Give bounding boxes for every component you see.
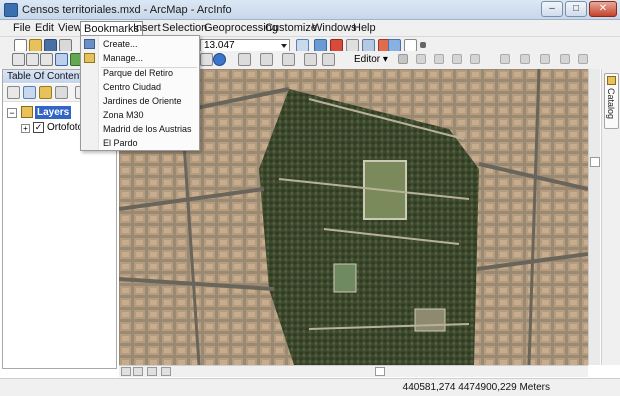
layer-visibility-checkbox[interactable]: ✓ (33, 122, 44, 133)
menu-customize[interactable]: Customize (265, 22, 317, 35)
sketch-tool-icon[interactable] (416, 54, 426, 64)
split-tool-icon[interactable] (500, 54, 510, 64)
catalog-icon (607, 76, 616, 85)
list-by-visibility-icon[interactable] (39, 86, 52, 99)
menu-selection[interactable]: Selection (162, 22, 207, 35)
menu-help[interactable]: Help (353, 22, 376, 35)
refresh-view-button[interactable] (147, 367, 157, 376)
close-button[interactable]: ✕ (589, 1, 617, 17)
bookmark-item-pardo[interactable]: El Pardo (81, 136, 199, 150)
time-slider-icon[interactable] (322, 53, 335, 66)
data-view-button[interactable] (121, 367, 131, 376)
title-bar: Censos territoriales.mxd - ArcMap - ArcI… (0, 0, 620, 20)
menu-insert[interactable]: Insert (133, 22, 161, 35)
map-scale-value: 13.047 (204, 40, 235, 51)
bookmark-item-austrias[interactable]: Madrid de los Austrias (81, 122, 199, 136)
find-icon[interactable] (238, 53, 251, 66)
bookmark-item-centro[interactable]: Centro Ciudad (81, 80, 199, 94)
collapse-layers-icon[interactable]: − (7, 108, 17, 118)
straight-segment-icon[interactable] (434, 54, 444, 64)
select-features-icon[interactable] (200, 53, 213, 66)
maximize-button[interactable]: □ (565, 1, 587, 17)
edit-tool-icon[interactable] (398, 54, 408, 64)
menu-file[interactable]: File (13, 22, 31, 35)
rotate-tool-icon[interactable] (520, 54, 530, 64)
catalog-dock: Catalog (601, 69, 620, 365)
pan-hand-icon[interactable] (55, 53, 68, 66)
editor-menu[interactable]: Editor ▾ (354, 54, 388, 65)
create-features-icon[interactable] (578, 54, 588, 64)
bookmark-item-jardines[interactable]: Jardines de Oriente (81, 94, 199, 108)
chevron-down-icon (281, 44, 287, 48)
layers-dataframe-icon (21, 106, 33, 118)
horizontal-scroll-thumb[interactable] (375, 367, 385, 376)
zoom-fixed-icon[interactable] (40, 53, 53, 66)
toolbar-options-icon[interactable] (420, 42, 426, 48)
menu-edit[interactable]: Edit (35, 22, 54, 35)
menu-view[interactable]: View (58, 22, 82, 35)
trace-icon[interactable] (470, 54, 480, 64)
identify-icon[interactable] (213, 53, 226, 66)
catalog-tab[interactable]: Catalog (604, 73, 619, 129)
vertical-scroll-thumb[interactable] (590, 157, 600, 167)
status-bar: 440581,274 4474900,229 Meters (0, 378, 620, 396)
layers-dataframe-label[interactable]: Layers (35, 106, 72, 119)
list-by-selection-icon[interactable] (55, 86, 68, 99)
end-point-arc-icon[interactable] (452, 54, 462, 64)
map-vertical-scrollbar[interactable] (588, 69, 600, 365)
coordinate-readout: 440581,274 4474900,229 Meters (402, 382, 550, 393)
minimize-button[interactable]: – (541, 1, 563, 17)
hyperlink-icon[interactable] (282, 53, 295, 66)
bookmark-manage-item[interactable]: Manage... (81, 51, 199, 65)
list-by-drawing-order-icon[interactable] (7, 86, 20, 99)
expand-layer-icon[interactable]: + (21, 124, 30, 133)
sketch-properties-icon[interactable] (560, 54, 570, 64)
html-popup-icon[interactable] (304, 53, 317, 66)
bookmarks-dropdown-menu: Create... Manage... Parque del Retiro Ce… (80, 35, 200, 151)
list-by-source-icon[interactable] (23, 86, 36, 99)
bookmark-item-m30[interactable]: Zona M30 (81, 108, 199, 122)
map-horizontal-scrollbar[interactable] (119, 365, 588, 377)
window-title: Censos territoriales.mxd - ArcMap - ArcI… (22, 4, 232, 16)
layout-view-button[interactable] (133, 367, 143, 376)
catalog-tab-label: Catalog (606, 88, 616, 120)
measure-icon[interactable] (260, 53, 273, 66)
arcmap-app-icon (4, 3, 18, 17)
menu-windows[interactable]: Windows (312, 22, 357, 35)
bookmark-create-item[interactable]: Create... (81, 37, 199, 51)
bookmark-item-retiro[interactable]: Parque del Retiro (81, 66, 199, 80)
zoom-out-icon[interactable] (26, 53, 39, 66)
attributes-icon[interactable] (540, 54, 550, 64)
pause-drawing-button[interactable] (161, 367, 171, 376)
zoom-in-icon[interactable] (12, 53, 25, 66)
